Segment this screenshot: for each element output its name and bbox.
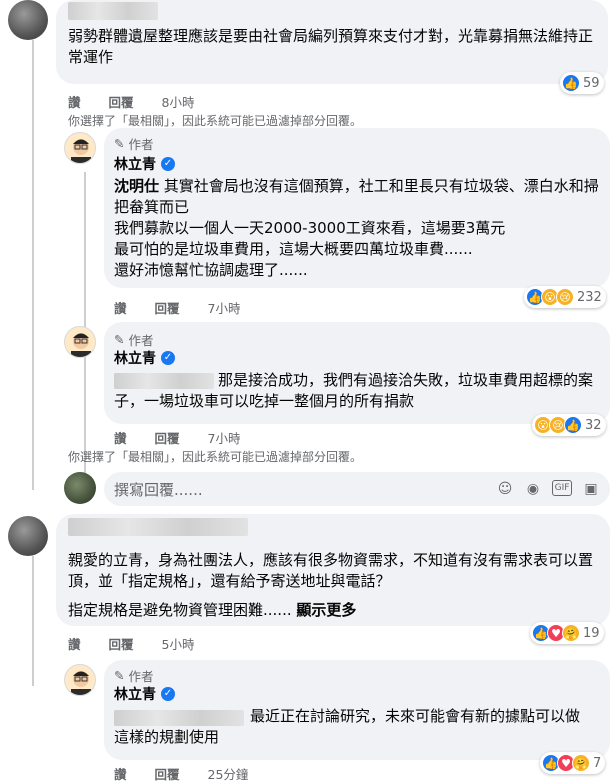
like-button[interactable]: 讚 [114,764,127,783]
like-button[interactable]: 讚 [68,634,81,653]
author-avatar[interactable] [64,132,96,164]
reaction-summary[interactable]: 👍 😮 😢 232 [524,286,606,308]
see-more-link[interactable]: 顯示更多 [296,601,356,619]
author-badge: ✎ 作者 [114,134,154,153]
reply-line: 我們募款以一個人一天2000-3000工資來看，這場要3萬元 [114,219,506,237]
author-badge: ✎ 作者 [114,330,154,349]
author-tag-label: 作者 [128,333,154,348]
author-avatar[interactable] [64,326,96,358]
timestamp[interactable]: 7小時 [208,428,241,447]
reply-button[interactable]: 回覆 [155,764,180,783]
mention-link[interactable]: 沈明仕 [114,177,159,195]
verified-icon: ✓ [161,157,175,171]
timestamp[interactable]: 8小時 [162,92,195,111]
reply-input[interactable]: 撰寫回覆...... [114,479,496,500]
reply-actions: 讚 回覆 25分鐘 [114,764,248,783]
thread-line [32,556,34,686]
pencil-icon: ✎ [114,332,125,347]
author-name-label: 林立青 [114,157,156,173]
author-name[interactable]: 林立青 ✓ [114,154,175,174]
comment-line: 指定規格是避免物資管理困難...... [68,601,292,619]
sad-reaction-icon: 😢 [556,288,574,306]
reaction-count: 232 [577,289,602,305]
comment-actions: 讚 回覆 5小時 [68,634,194,653]
pencil-icon: ✎ [114,136,125,151]
current-user-avatar[interactable] [64,472,96,504]
filter-note: 你選擇了「最相關」，因此系統可能已過濾掉部分回覆。 [68,450,363,464]
reaction-summary[interactable]: 👍 ♥ 🤗 19 [530,622,604,644]
reaction-count: 19 [583,625,600,641]
commenter-name-redacted[interactable] [68,518,248,536]
comment-text: 親愛的立青，身為社團法人，應該有很多物資需求，不知道有沒有需求表可以置頂，並「指… [68,551,594,590]
reply-button[interactable]: 回覆 [155,428,180,447]
care-reaction-icon: 🤗 [572,754,590,772]
reply-compose-box[interactable]: 撰寫回覆...... ☺ ◉ GIF ▣ [104,472,610,506]
reaction-summary[interactable]: 😮 😢 👍 32 [532,414,606,436]
reply-button[interactable]: 回覆 [155,298,180,317]
comment-text: 弱勢群體遺屋整理應該是要由社會局編列預算來支付才對，光靠募捐無法維持正常運作 [68,27,594,66]
like-button[interactable]: 讚 [114,428,127,447]
like-button[interactable]: 讚 [114,298,127,317]
reply-text: 那是接洽成功，我們有過接洽失敗，垃圾車費用超標的案子，一場垃圾車可以吃掉一整個月… [114,371,594,410]
commenter-name-redacted[interactable] [68,2,158,20]
gif-icon[interactable]: GIF [552,480,572,496]
reply-line: 還好沛憶幫忙協調處理了...... [114,261,308,279]
author-badge: ✎ 作者 [114,666,154,685]
reaction-count: 59 [583,75,600,91]
reply-text: 沈明仕 其實社會局也沒有這個預算，社工和里長只有垃圾袋、漂白水和掃把畚箕而已 我… [114,176,602,281]
reply-text: 最近正在討論研究，未來可能會有新的據點可以做這樣的規劃使用 [114,707,581,746]
reply-button[interactable]: 回覆 [109,634,134,653]
reaction-summary[interactable]: 👍 ♥ 🤗 7 [540,752,606,774]
like-reaction-icon: 👍 [562,74,580,92]
author-tag-label: 作者 [128,137,154,152]
verified-icon: ✓ [161,351,175,365]
author-avatar[interactable] [64,664,96,696]
reply-button[interactable]: 回覆 [109,92,134,111]
timestamp[interactable]: 7小時 [208,298,241,317]
verified-icon: ✓ [161,687,175,701]
camera-icon[interactable]: ◉ [524,480,542,498]
reply-line: 其實社會局也沒有這個預算，社工和里長只有垃圾袋、漂白水和掃把畚箕而已 [114,177,599,216]
comment-actions: 讚 回覆 8小時 [68,92,194,111]
reaction-count: 7 [593,755,602,771]
pencil-icon: ✎ [114,668,125,683]
sticker-icon[interactable]: ▣ [582,480,600,498]
commenter-avatar[interactable] [8,516,48,556]
like-reaction-icon: 👍 [564,416,582,434]
reaction-summary[interactable]: 👍 59 [560,72,604,94]
like-button[interactable]: 讚 [68,92,81,111]
care-reaction-icon: 🤗 [562,624,580,642]
filter-note: 你選擇了「最相關」，因此系統可能已過濾掉部分回覆。 [68,114,363,128]
thread-line [32,40,34,490]
author-name[interactable]: 林立青 ✓ [114,348,175,368]
commenter-avatar[interactable] [8,0,48,40]
reply-line: 最可怕的是垃圾車費用，這場大概要四萬垃圾車費...... [114,240,473,258]
author-name-label: 林立青 [114,351,156,367]
author-name[interactable]: 林立青 ✓ [114,684,175,704]
reply-actions: 讚 回覆 7小時 [114,298,240,317]
timestamp[interactable]: 5小時 [162,634,195,653]
author-name-label: 林立青 [114,687,156,703]
author-tag-label: 作者 [128,669,154,684]
reaction-count: 32 [585,417,602,433]
emoji-icon[interactable]: ☺ [496,480,514,498]
comment-text-2: 指定規格是避免物資管理困難...... 顯示更多 [68,600,598,621]
reply-actions: 讚 回覆 7小時 [114,428,240,447]
timestamp[interactable]: 25分鐘 [208,764,249,783]
